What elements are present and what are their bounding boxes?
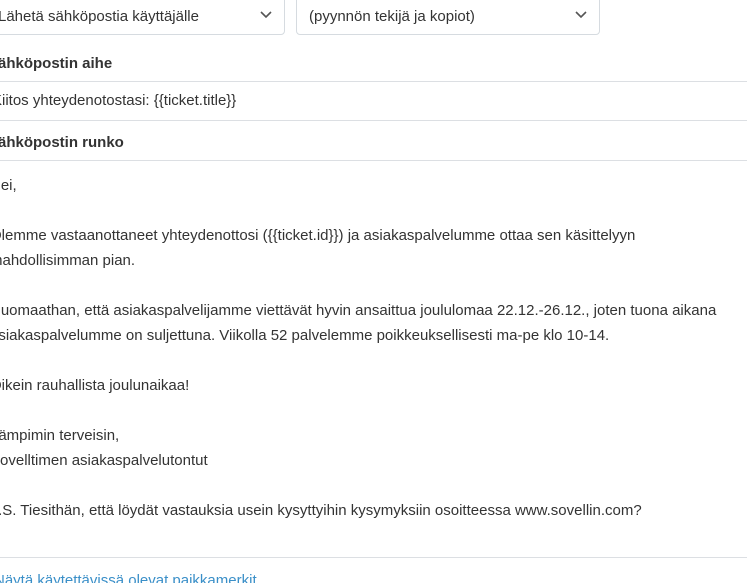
body-bottom-divider — [0, 557, 747, 558]
action-type-selected-value: Lähetä sähköpostia käyttäjälle — [0, 8, 199, 25]
body-line: P.S. Tiesithän, että löydät vastauksia u… — [0, 502, 642, 519]
body-line: asiakaspalvelumme on suljettuna. Viikoll… — [0, 327, 610, 344]
body-line: Lämpimin terveisin, — [0, 427, 120, 444]
show-placeholders-link[interactable]: Näytä käytettävissä olevat paikkamerkit — [0, 572, 257, 583]
body-top-divider — [0, 160, 747, 161]
action-type-select[interactable]: Lähetä sähköpostia käyttäjälle — [0, 0, 285, 35]
chevron-down-icon — [575, 11, 587, 19]
body-line: Oikein rauhallista joulunaikaa! — [0, 377, 190, 394]
body-line — [0, 198, 747, 223]
subject-bottom-divider — [0, 120, 747, 121]
subject-top-divider — [0, 81, 747, 82]
body-textarea[interactable]: Hei, Olemme vastaanottaneet yhteydenottos… — [0, 173, 747, 523]
recipients-selected-value: (pyynnön tekijä ja kopiot) — [309, 8, 475, 25]
body-label: Sähköpostin runko — [0, 134, 124, 151]
subject-label: Sähköpostin aihe — [0, 55, 113, 72]
body-line: Hei, — [0, 177, 17, 194]
chevron-down-icon — [260, 11, 272, 19]
body-line — [0, 473, 747, 498]
body-line: mahdollisimman pian. — [0, 252, 136, 269]
recipients-select[interactable]: (pyynnön tekijä ja kopiot) — [296, 0, 600, 35]
body-line: Huomaathan, että asiakaspalvelijamme vie… — [0, 302, 717, 319]
body-line: Sovelltimen asiakaspalvelutontut — [0, 452, 208, 469]
body-line — [0, 348, 747, 373]
body-line: Olemme vastaanottaneet yhteydenottosi ({… — [0, 227, 636, 244]
email-action-editor: Lähetä sähköpostia käyttäjälle (pyynnön … — [0, 0, 747, 583]
body-line — [0, 273, 747, 298]
body-line — [0, 398, 747, 423]
subject-input[interactable]: Kiitos yhteydenotostasi: {{ticket.title}… — [0, 92, 236, 109]
